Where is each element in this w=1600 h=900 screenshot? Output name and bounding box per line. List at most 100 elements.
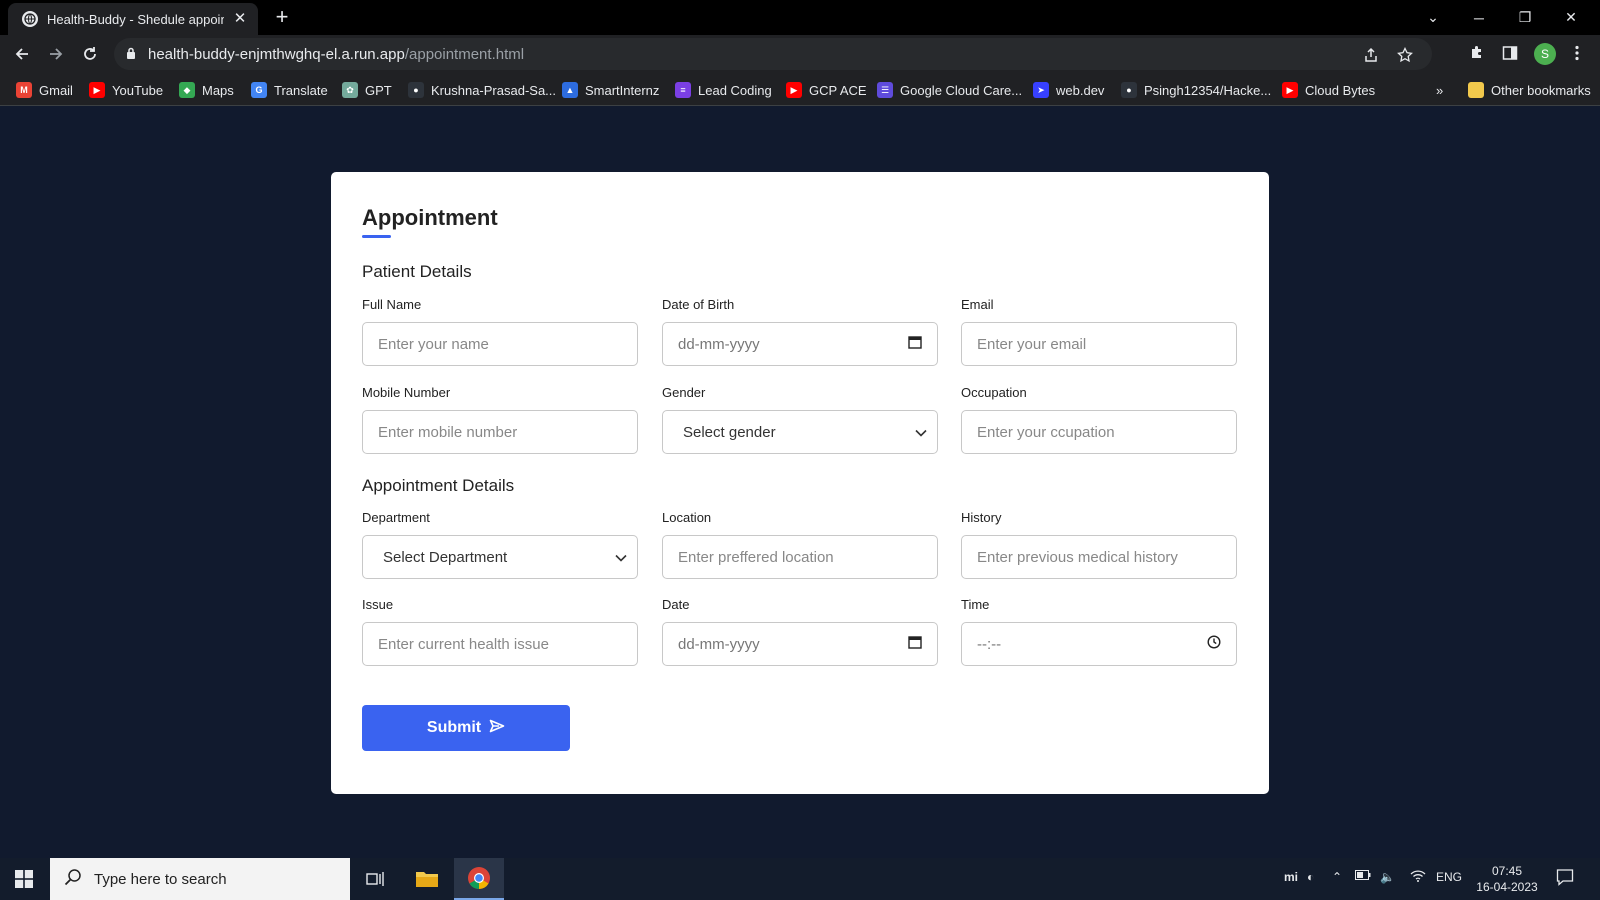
date-input[interactable]: dd-mm-yyyy [662,622,938,666]
system-clock[interactable]: 07:45 16-04-2023 [1472,863,1542,895]
location-input[interactable] [662,535,938,579]
bookmark-label: Lead Coding [698,82,772,98]
email-input[interactable] [961,322,1237,366]
taskbar-search[interactable]: Type here to search [50,858,350,900]
browser-tab[interactable]: Health-Buddy - Shedule appointment ✕ [8,3,258,35]
date-label: Date [662,597,690,612]
bookmark-psingh[interactable]: ● Psingh12354/Hacke... [1121,81,1271,99]
bookmark-youtube[interactable]: ▶ YouTube [89,81,163,99]
calendar-icon[interactable] [908,635,922,653]
bookmark-translate[interactable]: G Translate [251,81,328,99]
occupation-input[interactable] [961,410,1237,454]
location-label: Location [662,510,712,525]
start-button[interactable] [0,858,48,900]
department-select[interactable]: Select Department [362,535,638,579]
clock-icon[interactable] [1207,635,1221,653]
extensions-icon[interactable] [1467,43,1487,63]
new-tab-button[interactable]: + [270,6,294,28]
search-icon [64,868,82,891]
chrome-taskbar-button[interactable] [454,858,504,900]
clock-time: 07:45 [1491,864,1523,878]
bookmark-krushna[interactable]: ● Krushna-Prasad-Sa... [408,81,556,99]
restore-button[interactable]: ❐ [1502,0,1548,35]
github-icon: ● [408,82,424,98]
bookmark-maps[interactable]: ◆ Maps [179,81,234,99]
submit-button[interactable]: Submit [362,705,570,751]
gmail-icon: M [16,82,32,98]
clock-date: 16-04-2023 [1476,880,1538,894]
dob-input[interactable]: dd-mm-yyyy [662,322,938,366]
date-placeholder: dd-mm-yyyy [678,635,760,653]
mi-icon[interactable]: mi [1284,870,1298,884]
folder-icon [1468,82,1484,98]
patient-details-heading: Patient Details [362,262,472,281]
gender-select[interactable]: Select gender [662,410,938,454]
tab-search-icon[interactable]: ⌄ [1410,0,1456,35]
full-name-input[interactable] [362,322,638,366]
bookmark-gmail[interactable]: M Gmail [16,81,73,99]
url-path: /appointment.html [404,46,525,63]
bookmark-smartinternz[interactable]: ▲ SmartInternz [562,81,659,99]
side-panel-icon[interactable] [1500,43,1520,63]
minimize-button[interactable]: ─ [1456,0,1502,35]
calendar-icon[interactable] [908,335,922,353]
leadcoding-icon: ≡ [675,82,691,98]
time-input[interactable]: --:-- [961,622,1237,666]
reload-button[interactable] [78,42,102,66]
notifications-icon[interactable] [1556,868,1574,886]
url-text: health-buddy-enjmthwghq-el.a.run.app/app… [148,46,524,63]
url-host: health-buddy-enjmthwghq-el.a.run.app [148,46,405,63]
chrome-icon [468,867,490,889]
browser-toolbar: health-buddy-enjmthwghq-el.a.run.app/app… [0,35,1600,73]
volume-icon[interactable]: 🔈 [1380,870,1395,884]
bookmark-label: Krushna-Prasad-Sa... [431,82,557,98]
title-underline [362,235,391,238]
globe-icon [22,11,38,27]
full-name-label: Full Name [362,297,422,312]
issue-input[interactable] [362,622,638,666]
file-explorer-button[interactable] [402,858,452,900]
address-bar[interactable]: health-buddy-enjmthwghq-el.a.run.app/app… [114,38,1432,70]
bookmarks-overflow-button[interactable]: » [1436,81,1443,99]
appointment-card: Appointment Patient Details Full Name Da… [331,172,1269,794]
other-bookmarks[interactable]: Other bookmarks [1468,81,1591,99]
battery-icon[interactable] [1355,870,1371,880]
issue-label: Issue [362,597,394,612]
mobile-input[interactable] [362,410,638,454]
bookmark-gpt[interactable]: ✿ GPT [342,81,392,99]
history-input[interactable] [961,535,1237,579]
bookmark-label: Translate [274,82,328,98]
send-icon [489,719,505,738]
bookmark-webdev[interactable]: ➤ web.dev [1033,81,1104,99]
bookmark-gcp-ace[interactable]: ▶ GCP ACE [786,81,867,99]
chevron-up-icon[interactable]: ⌃ [1332,870,1342,884]
back-button[interactable] [10,42,34,66]
dob-placeholder: dd-mm-yyyy [678,335,760,353]
more-menu-icon[interactable] [1567,43,1587,63]
bookmark-label: Cloud Bytes [1305,82,1376,98]
folder-icon [416,872,438,887]
bookmark-cloud-bytes[interactable]: ▶ Cloud Bytes [1282,81,1375,99]
bookmark-leadcoding[interactable]: ≡ Lead Coding [675,81,772,99]
bookmarks-bar: M Gmail ▶ YouTube ◆ Maps G Translate ✿ GPT ● K… [0,73,1600,106]
task-view-button[interactable] [350,858,400,900]
submit-label: Submit [426,719,482,736]
star-icon[interactable] [1396,46,1414,64]
share-icon[interactable] [1362,46,1380,64]
forward-button[interactable] [44,42,68,66]
gpt-icon: ✿ [342,82,358,98]
time-label: Time [961,597,990,612]
bookmark-google-cloud[interactable]: ☰ Google Cloud Care... [877,81,1022,99]
bookmark-label: web.dev [1056,82,1105,98]
window-close-button[interactable]: ✕ [1548,0,1594,35]
task-view-icon [366,872,384,886]
tab-title: Health-Buddy - Shedule appointment [47,11,224,27]
wifi-icon[interactable] [1410,870,1426,882]
language-indicator[interactable]: ENG [1436,870,1462,884]
smartinternz-icon: ▲ [562,82,578,98]
history-label: History [961,510,1002,525]
sync-icon[interactable]: ◐ [1307,870,1314,884]
profile-avatar[interactable]: S [1534,43,1556,65]
close-icon[interactable]: ✕ [232,11,248,27]
chevron-down-icon [615,549,627,566]
